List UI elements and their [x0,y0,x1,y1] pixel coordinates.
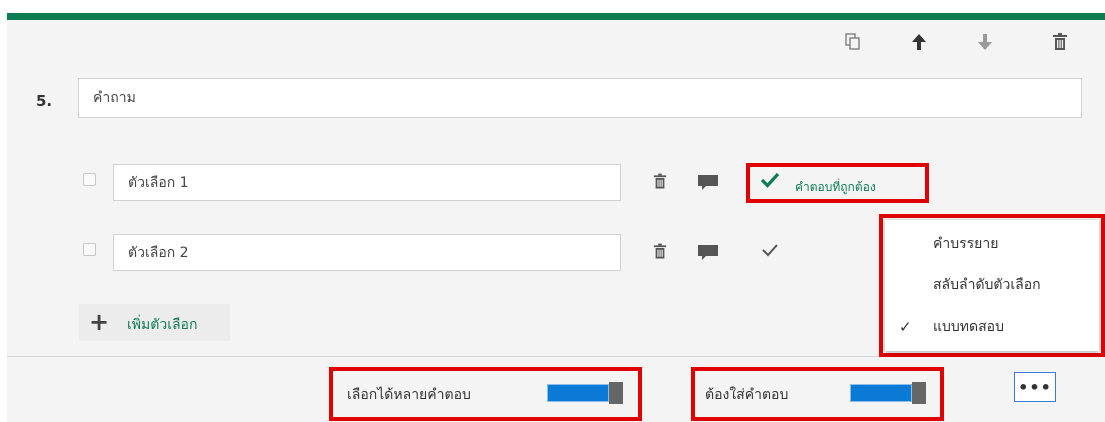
toggle-thumb [912,382,926,404]
correct-answer-label[interactable]: คำตอบที่ถูกต้อง [795,178,876,197]
option-2-label: ตัวเลือก 2 [128,244,189,261]
multiple-answers-label: เลือกได้หลายคำตอบ [347,387,471,403]
required-toggle[interactable] [850,382,930,404]
menu-item-subtitle-label: คำบรรยาย [933,236,999,252]
option-1-label: ตัวเลือก 1 [128,174,189,191]
card-accent-bar [7,13,1105,20]
menu-item-shuffle-label: สลับลำดับตัวเลือก [933,277,1041,293]
toggle-thumb [609,382,623,404]
checkmark-option-2-icon[interactable] [761,242,779,262]
menu-item-shuffle-options[interactable]: สลับลำดับตัวเลือก [885,268,1099,302]
toggle-track [547,384,609,402]
option-1-input[interactable]: ตัวเลือก 1 [113,164,621,201]
move-up-icon[interactable] [906,29,932,55]
required-label: ต้องใส่คำตอบ [705,387,789,403]
question-text-input[interactable]: คำถาม [78,78,1082,118]
more-options-button[interactable]: ••• [1014,372,1056,402]
option-1-checkbox[interactable] [83,173,96,186]
multiple-answers-toggle[interactable] [547,382,627,404]
add-option-label: เพิ่มตัวเลือก [127,317,198,333]
menu-item-quiz-label: แบบทดสอบ [933,319,1004,335]
option-2-input[interactable]: ตัวเลือก 2 [113,234,621,271]
question-text: คำถาม [93,90,136,106]
checkmark-correct-icon[interactable] [760,171,780,193]
comment-option-1-icon[interactable] [698,175,718,195]
delete-option-2-icon[interactable] [653,243,667,264]
question-number: 5. [36,92,53,110]
option-2-checkbox[interactable] [83,243,96,256]
menu-item-quiz[interactable]: ✓ แบบทดสอบ [885,310,1099,344]
plus-icon: + [89,308,110,336]
menu-item-subtitle[interactable]: คำบรรยาย [885,227,1099,261]
delete-option-1-icon[interactable] [653,173,667,194]
toggle-track [850,384,912,402]
checkmark-icon: ✓ [899,318,912,336]
comment-option-2-icon[interactable] [698,245,718,265]
add-option-button[interactable]: + เพิ่มตัวเลือก [79,304,230,341]
copy-icon[interactable] [840,29,866,55]
more-options-menu: คำบรรยาย สลับลำดับตัวเลือก ✓ แบบทดสอบ [885,220,1099,351]
delete-question-icon[interactable] [1047,29,1073,55]
move-down-icon[interactable] [972,29,998,55]
